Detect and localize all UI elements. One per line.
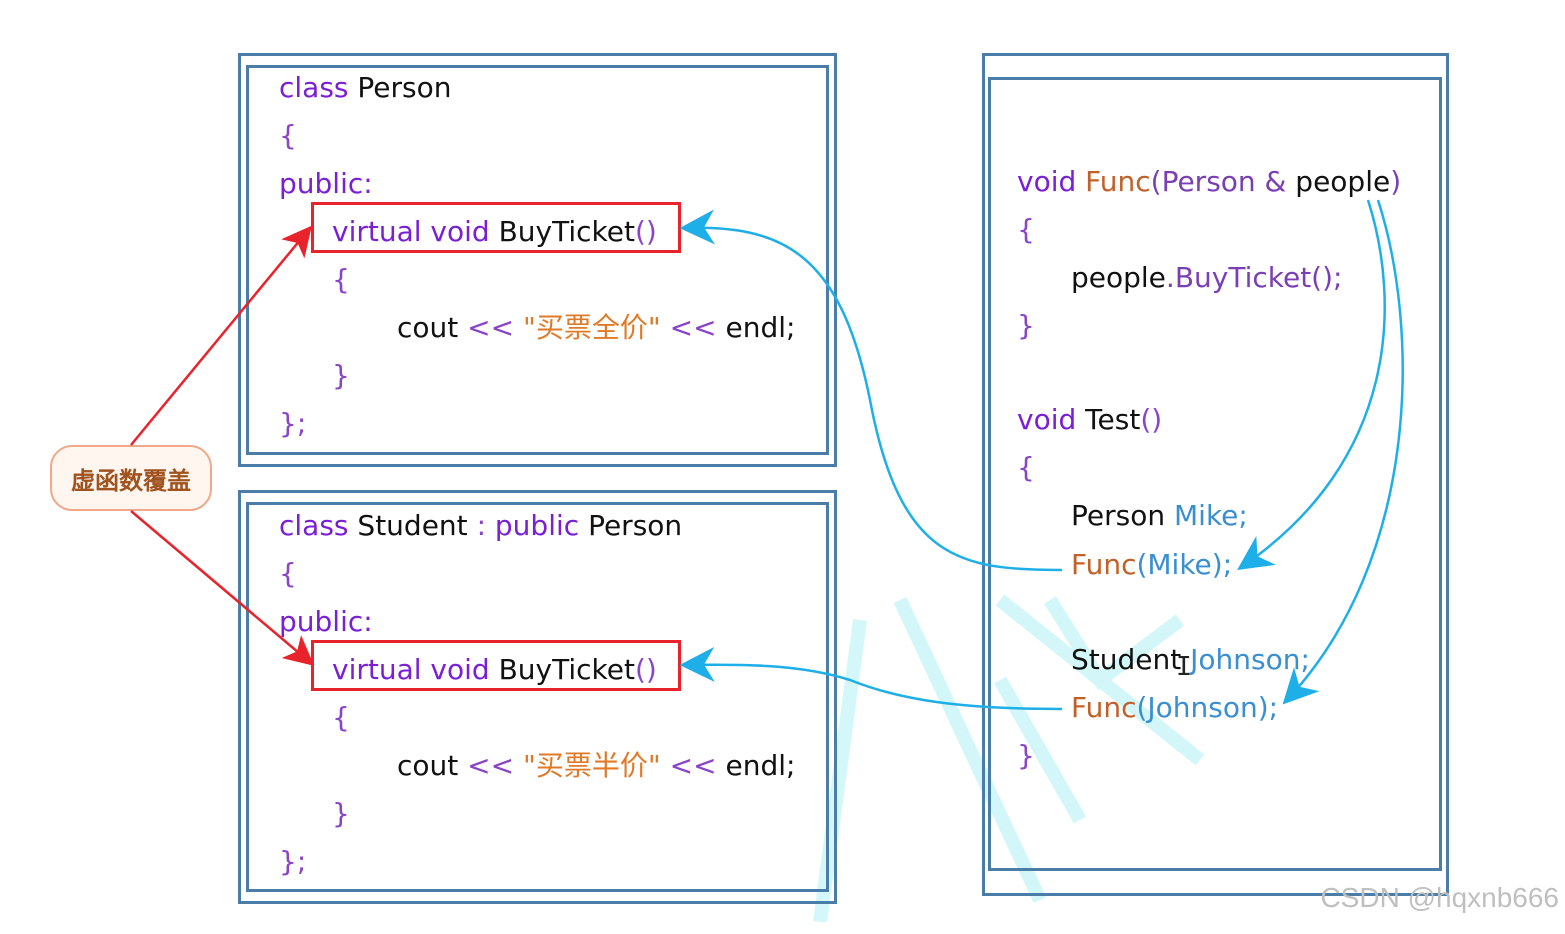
blue-arrow-people-to-johnson: [1282, 199, 1404, 705]
red-arrow-to-person: [130, 225, 312, 446]
csdn-watermark: CSDN @hqxnb666: [1320, 882, 1559, 913]
blue-arrow-people-to-mike: [1237, 199, 1386, 570]
blue-arrow-johnson-to-student: [679, 646, 1063, 711]
blue-arrow-mike-to-person: [679, 209, 1063, 572]
arrows-layer: [130, 199, 1404, 711]
red-arrow-to-student: [130, 510, 315, 666]
